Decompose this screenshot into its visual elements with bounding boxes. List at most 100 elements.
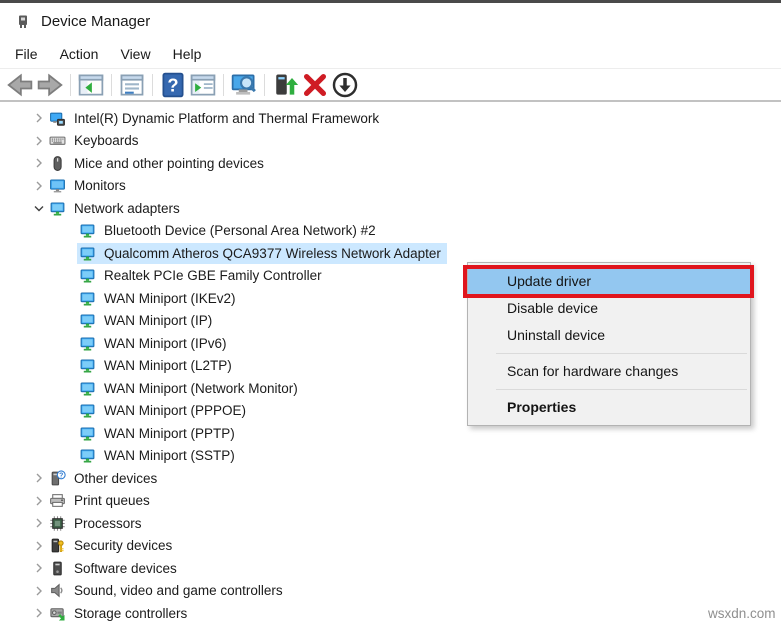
tree-item-content: WAN Miniport (PPTP) [77,423,241,444]
menu-view[interactable]: View [109,42,161,66]
forward-button[interactable] [36,71,64,98]
chevron-down-icon[interactable] [31,200,47,216]
tree-item-bluetooth-device-personal-area-network-2[interactable]: Bluetooth Device (Personal Area Network)… [0,220,781,243]
chevron-right-icon[interactable] [31,583,47,599]
security-device-icon [49,537,66,554]
watermark-text: wsxdn.com [708,606,776,621]
help-button[interactable]: ? [159,71,187,98]
device-manager-icon [15,13,31,29]
chevron-right-icon[interactable] [31,515,47,531]
tree-item-content: Realtek PCIe GBE Family Controller [77,265,328,286]
toolbar-separator [70,73,71,96]
chevron-right-icon[interactable] [31,133,47,149]
storage-controller-icon [49,605,66,622]
menu-bar: File Action View Help [0,39,781,68]
chevron-right-icon[interactable] [31,605,47,621]
tree-item-content: ? Other devices [47,468,163,489]
chevron-right-icon[interactable] [31,110,47,126]
network-adapter-icon [49,200,66,217]
tree-item-content: Sound, video and game controllers [47,580,289,601]
device-manager-window: Device Manager File Action View Help ? Inte… [0,0,781,626]
tree-item-label: WAN Miniport (PPTP) [104,425,235,441]
properties-window-button[interactable] [118,71,146,98]
tree-item-label: Qualcomm Atheros QCA9377 Wireless Networ… [104,245,441,261]
scan-for-hardware-changes-button[interactable] [230,71,258,98]
tree-item-intel-r-dynamic-platform-and-thermal-framework[interactable]: Intel(R) Dynamic Platform and Thermal Fr… [0,107,781,130]
network-adapter-icon [79,447,96,464]
svg-text:?: ? [167,74,178,95]
network-adapter-icon [79,290,96,307]
tree-item-content: Keyboards [47,130,145,151]
uninstall-device-button[interactable] [301,71,329,98]
context-menu-separator [496,353,747,354]
tree-item-label: Monitors [74,178,126,194]
toolbar-separator [264,73,265,96]
menu-file[interactable]: File [4,42,49,66]
context-menu-item-scan-for-hardware-changes[interactable]: Scan for hardware changes [468,358,750,385]
back-button[interactable] [6,71,34,98]
context-menu-item-uninstall-device[interactable]: Uninstall device [468,322,750,349]
tree-item-wan-miniport-sstp[interactable]: WAN Miniport (SSTP) [0,445,781,468]
show-hide-console-tree-button[interactable] [77,71,105,98]
tree-item-label: Print queues [74,493,150,509]
chevron-right-icon[interactable] [31,493,47,509]
svg-text:?: ? [59,472,63,479]
disable-device-button[interactable] [331,71,359,98]
toolbar-separator [152,73,153,96]
other-device-icon: ? [49,470,66,487]
menu-help[interactable]: Help [162,42,213,66]
speaker-icon [49,582,66,599]
chevron-right-icon[interactable] [31,155,47,171]
tree-item-content: WAN Miniport (IKEv2) [77,288,242,309]
context-menu-item-properties[interactable]: Properties [468,394,750,421]
tree-item-software-devices[interactable]: Software devices [0,557,781,580]
tree-item-label: Security devices [74,538,173,554]
network-adapter-icon [79,222,96,239]
context-menu-item-update-driver[interactable]: Update driver [463,265,754,298]
show-action-pane-button[interactable] [189,71,217,98]
tree-item-content: WAN Miniport (Network Monitor) [77,378,304,399]
tree-item-label: Storage controllers [74,605,188,621]
console-tree-icon [77,71,105,99]
tree-item-label: WAN Miniport (IKEv2) [104,290,236,306]
tree-item-label: Sound, video and game controllers [74,583,283,599]
processor-icon [49,515,66,532]
update-driver-button[interactable] [271,71,299,98]
title-bar: Device Manager [0,3,781,39]
network-adapter-icon [79,357,96,374]
tree-item-monitors[interactable]: Monitors [0,175,781,198]
tree-item-content: Bluetooth Device (Personal Area Network)… [77,220,382,241]
tree-item-label: Realtek PCIe GBE Family Controller [104,268,322,284]
tree-item-label: Intel(R) Dynamic Platform and Thermal Fr… [74,110,380,126]
tree-item-processors[interactable]: Processors [0,512,781,535]
tree-item-content: WAN Miniport (L2TP) [77,355,238,376]
red-x-icon [301,71,329,99]
printer-icon [49,492,66,509]
tree-item-keyboards[interactable]: Keyboards [0,130,781,153]
tree-item-content: Print queues [47,490,156,511]
window-title: Device Manager [41,12,151,30]
tree-item-print-queues[interactable]: Print queues [0,490,781,513]
tree-item-other-devices[interactable]: ? Other devices [0,467,781,490]
monitor-icon [49,177,66,194]
tree-item-storage-controllers[interactable]: Storage controllers [0,602,781,625]
context-menu-item-disable-device[interactable]: Disable device [468,295,750,322]
chevron-right-icon[interactable] [31,560,47,576]
tree-item-mice-and-other-pointing-devices[interactable]: Mice and other pointing devices [0,152,781,175]
context-menu-separator [496,389,747,390]
tree-item-security-devices[interactable]: Security devices [0,535,781,558]
tree-item-label: Network adapters [74,200,180,216]
chevron-right-icon[interactable] [31,470,47,486]
tree-item-content: WAN Miniport (SSTP) [77,445,241,466]
tree-item-sound-video-and-game-controllers[interactable]: Sound, video and game controllers [0,580,781,603]
menu-action[interactable]: Action [49,42,110,66]
action-pane-icon [189,71,217,99]
context-menu: Update driver Disable device Uninstall dev… [463,262,754,426]
tree-item-label: WAN Miniport (Network Monitor) [104,380,298,396]
chevron-right-icon[interactable] [31,538,47,554]
tree-item-label: Mice and other pointing devices [74,155,264,171]
tree-item-network-adapters[interactable]: Network adapters [0,197,781,220]
tree-item-content: Software devices [47,558,183,579]
chevron-right-icon[interactable] [31,178,47,194]
network-adapter-icon [79,402,96,419]
